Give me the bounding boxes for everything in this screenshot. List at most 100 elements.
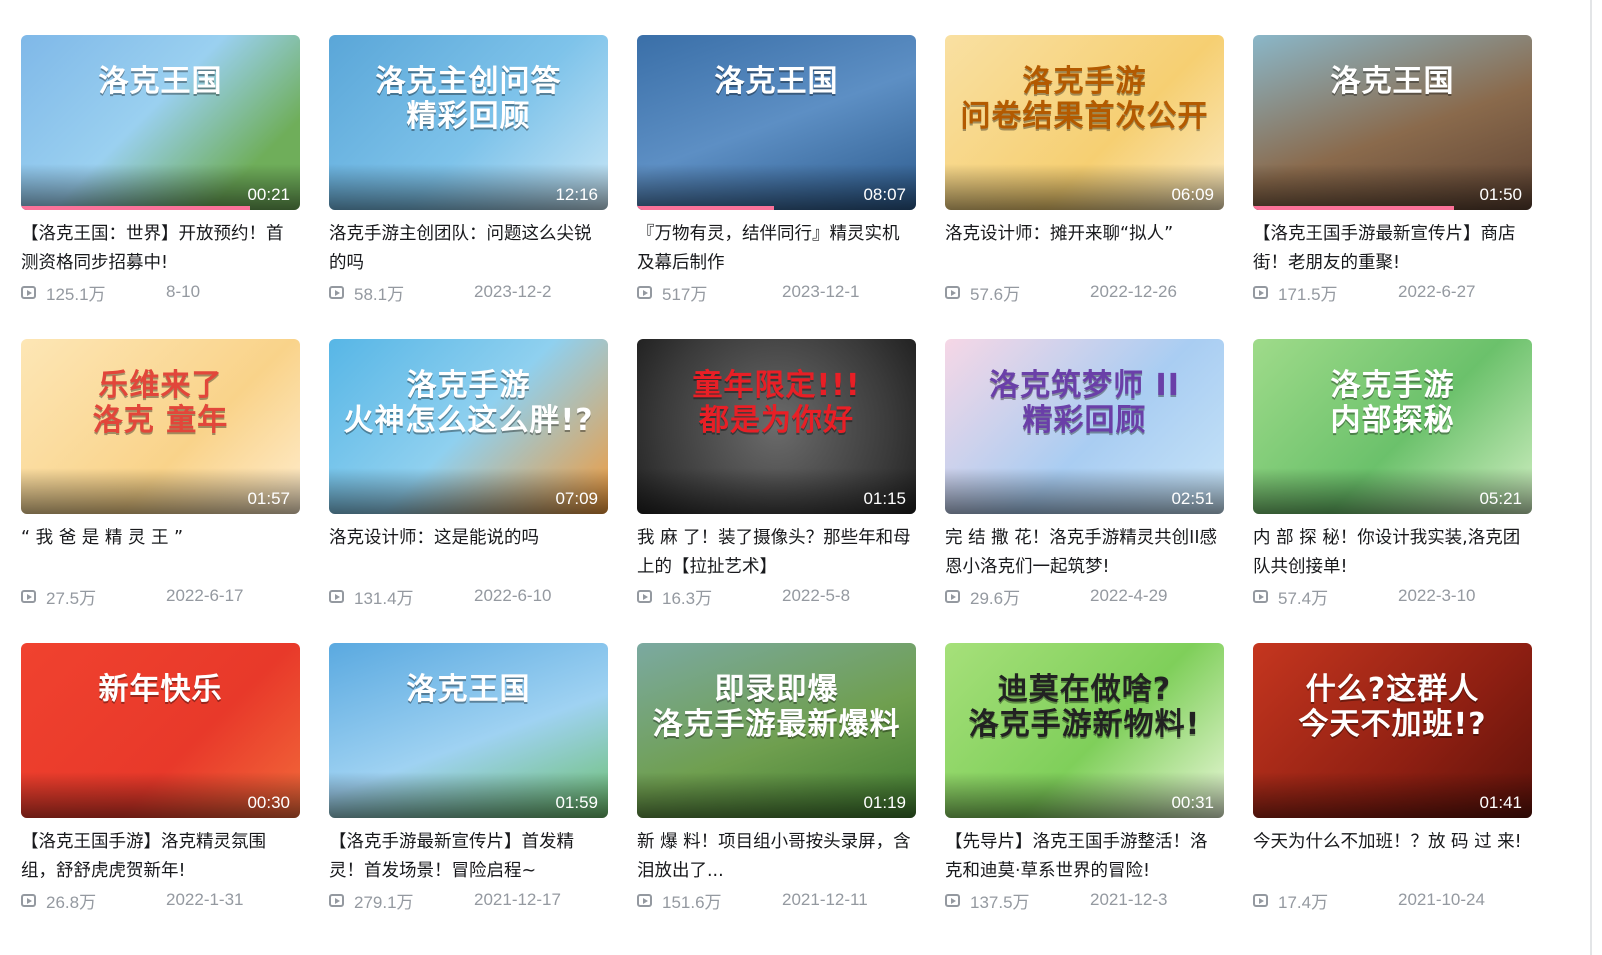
video-title[interactable]: 洛克设计师：这是能说的吗: [329, 524, 608, 582]
video-meta: 137.5万 2021-12-3: [945, 888, 1224, 912]
video-title[interactable]: 今天为什么不加班！？放 码 过 来!: [1253, 828, 1532, 886]
video-duration: 12:16: [555, 185, 598, 204]
video-thumbnail[interactable]: 洛克主创问答 精彩回顾 12:16: [329, 35, 608, 210]
video-card[interactable]: 洛克王国 01:50 【洛克王国手游最新宣传片】商店街！老朋友的重聚! 171.5万 2…: [1253, 35, 1532, 339]
video-meta: 125.1万 8-10: [21, 280, 300, 304]
video-thumbnail[interactable]: 洛克王国 08:07: [637, 35, 916, 210]
play-count: 16.3万: [662, 588, 713, 608]
video-title[interactable]: 洛克设计师：摊开来聊“拟人”: [945, 220, 1224, 278]
play-count: 58.1万: [354, 284, 405, 304]
video-duration: 00:30: [247, 793, 290, 812]
video-thumbnail[interactable]: 什么?这群人 今天不加班!? 01:41: [1253, 643, 1532, 818]
thumbnail-text: 洛克王国: [98, 64, 223, 99]
upload-date: 2022-12-26: [1090, 282, 1177, 301]
thumbnail-text: 洛克王国: [1330, 64, 1455, 99]
video-thumbnail[interactable]: 洛克王国 01:59: [329, 643, 608, 818]
video-card[interactable]: 洛克手游 问卷结果首次公开 06:09 洛克设计师：摊开来聊“拟人” 57.6万 202…: [945, 35, 1224, 339]
video-card[interactable]: 洛克手游 内部探秘 05:21 内 部 探 秘！你设计我实装,洛克团队共创接单! 57…: [1253, 339, 1532, 643]
upload-date: 2021-12-17: [474, 890, 561, 909]
thumbnail-text: 洛克王国: [406, 672, 531, 707]
video-thumbnail[interactable]: 洛克手游 内部探秘 05:21: [1253, 339, 1532, 514]
thumbnail-text: 洛克王国: [714, 64, 839, 99]
video-thumbnail[interactable]: 乐维来了 洛克 童年 01:57: [21, 339, 300, 514]
video-thumbnail[interactable]: 洛克筑梦师 II 精彩回顾 02:51: [945, 339, 1224, 514]
video-title[interactable]: “ 我 爸 是 精 灵 王 ”: [21, 524, 300, 582]
video-duration: 07:09: [555, 489, 598, 508]
video-meta: 151.6万 2021-12-11: [637, 888, 916, 912]
video-meta: 57.4万 2022-3-10: [1253, 584, 1532, 608]
upload-date: 2021-12-11: [782, 890, 868, 909]
video-thumbnail[interactable]: 洛克王国 01:50: [1253, 35, 1532, 210]
video-meta: 57.6万 2022-12-26: [945, 280, 1224, 304]
video-meta: 29.6万 2022-4-29: [945, 584, 1224, 608]
play-count-icon: [21, 285, 36, 299]
video-card[interactable]: 什么?这群人 今天不加班!? 01:41 今天为什么不加班！？放 码 过 来! 17.…: [1253, 643, 1532, 947]
upload-date: 2022-4-29: [1090, 586, 1168, 605]
video-card[interactable]: 童年限定!!! 都是为你好 01:15 我 麻 了！装了摄像头？那些年和母上的【拉扯…: [637, 339, 916, 643]
video-thumbnail[interactable]: 迪莫在做啥? 洛克手游新物料! 00:31: [945, 643, 1224, 818]
video-thumbnail[interactable]: 洛克手游 火神怎么这么胖!? 07:09: [329, 339, 608, 514]
play-count: 151.6万: [662, 892, 722, 912]
video-card[interactable]: 洛克王国 00:21 【洛克王国：世界】开放预约！首测资格同步招募中! 125.1万 8…: [21, 35, 300, 339]
video-duration: 06:09: [1171, 185, 1214, 204]
video-meta: 17.4万 2021-10-24: [1253, 888, 1532, 912]
video-title[interactable]: 我 麻 了！装了摄像头？那些年和母上的【拉扯艺术】: [637, 524, 916, 582]
thumbnail-text: 新年快乐: [98, 672, 223, 707]
video-card[interactable]: 洛克王国 08:07 『万物有灵，结伴同行』精灵实机及幕后制作 517万 2023-12…: [637, 35, 916, 339]
play-count-icon: [21, 893, 36, 907]
video-title[interactable]: 【洛克手游最新宣传片】首发精灵！首发场景！冒险启程~: [329, 828, 608, 886]
thumbnail-text: 即录即爆 洛克手游最新爆料: [652, 672, 901, 742]
upload-date: 2022-6-17: [166, 586, 244, 605]
play-count-icon: [1253, 589, 1268, 603]
video-title[interactable]: 『万物有灵，结伴同行』精灵实机及幕后制作: [637, 220, 916, 278]
video-thumbnail[interactable]: 新年快乐 00:30: [21, 643, 300, 818]
video-thumbnail[interactable]: 洛克王国 00:21: [21, 35, 300, 210]
video-duration: 00:21: [247, 185, 290, 204]
upload-date: 8-10: [166, 282, 201, 301]
video-title[interactable]: 完 结 撒 花！洛克手游精灵共创II感恩小洛克们一起筑梦!: [945, 524, 1224, 582]
video-title[interactable]: 新 爆 料！项目组小哥按头录屏，含泪放出了...: [637, 828, 916, 886]
thumbnail-text: 洛克主创问答 精彩回顾: [375, 64, 562, 134]
play-count: 27.5万: [46, 588, 97, 608]
video-card[interactable]: 乐维来了 洛克 童年 01:57 “ 我 爸 是 精 灵 王 ” 27.5万 2022-…: [21, 339, 300, 643]
video-title[interactable]: 洛克手游主创团队：问题这么尖锐的吗: [329, 220, 608, 278]
play-count: 131.4万: [354, 588, 414, 608]
upload-date: 2022-6-27: [1398, 282, 1476, 301]
video-title[interactable]: 【洛克王国手游最新宣传片】商店街！老朋友的重聚!: [1253, 220, 1532, 278]
scrollbar-track[interactable]: [1590, 0, 1592, 955]
play-count-icon: [945, 589, 960, 603]
play-count-icon: [329, 285, 344, 299]
video-thumbnail[interactable]: 即录即爆 洛克手游最新爆料 01:19: [637, 643, 916, 818]
play-count: 137.5万: [970, 892, 1030, 912]
video-thumbnail[interactable]: 洛克手游 问卷结果首次公开 06:09: [945, 35, 1224, 210]
play-count: 279.1万: [354, 892, 414, 912]
play-count-icon: [637, 589, 652, 603]
video-card[interactable]: 即录即爆 洛克手游最新爆料 01:19 新 爆 料！项目组小哥按头录屏，含泪放出了.…: [637, 643, 916, 947]
thumbnail-text: 迪莫在做啥? 洛克手游新物料!: [968, 672, 1201, 742]
video-title[interactable]: 【洛克王国手游】洛克精灵氛围组，舒舒虎虎贺新年!: [21, 828, 300, 886]
video-card[interactable]: 洛克主创问答 精彩回顾 12:16 洛克手游主创团队：问题这么尖锐的吗 58.1万 20…: [329, 35, 608, 339]
video-title[interactable]: 【洛克王国：世界】开放预约！首测资格同步招募中!: [21, 220, 300, 278]
video-card[interactable]: 洛克筑梦师 II 精彩回顾 02:51 完 结 撒 花！洛克手游精灵共创II感恩小洛…: [945, 339, 1224, 643]
play-count: 57.6万: [970, 284, 1021, 304]
video-meta: 517万 2023-12-1: [637, 280, 916, 304]
play-count: 517万: [662, 284, 708, 304]
video-meta: 27.5万 2022-6-17: [21, 584, 300, 608]
upload-date: 2022-1-31: [166, 890, 244, 909]
video-title[interactable]: 【先导片】洛克王国手游整活！洛克和迪莫·草系世界的冒险!: [945, 828, 1224, 886]
video-title[interactable]: 内 部 探 秘！你设计我实装,洛克团队共创接单!: [1253, 524, 1532, 582]
video-card[interactable]: 洛克手游 火神怎么这么胖!? 07:09 洛克设计师：这是能说的吗 131.4万 202…: [329, 339, 608, 643]
video-duration: 02:51: [1171, 489, 1214, 508]
video-duration: 01:15: [863, 489, 906, 508]
video-card[interactable]: 新年快乐 00:30 【洛克王国手游】洛克精灵氛围组，舒舒虎虎贺新年! 26.8万 20…: [21, 643, 300, 947]
play-count: 17.4万: [1278, 892, 1329, 912]
video-grid: 洛克王国 00:21 【洛克王国：世界】开放预约！首测资格同步招募中! 125.1万 8…: [21, 35, 1532, 947]
video-duration: 00:31: [1171, 793, 1214, 812]
video-card[interactable]: 迪莫在做啥? 洛克手游新物料! 00:31 【先导片】洛克王国手游整活！洛克和迪莫·…: [945, 643, 1224, 947]
play-count-icon: [945, 893, 960, 907]
video-card[interactable]: 洛克王国 01:59 【洛克手游最新宣传片】首发精灵！首发场景！冒险启程~ 279.1…: [329, 643, 608, 947]
thumbnail-text: 洛克手游 内部探秘: [1330, 368, 1455, 438]
upload-date: 2022-5-8: [782, 586, 851, 605]
video-thumbnail[interactable]: 童年限定!!! 都是为你好 01:15: [637, 339, 916, 514]
video-duration: 01:59: [555, 793, 598, 812]
